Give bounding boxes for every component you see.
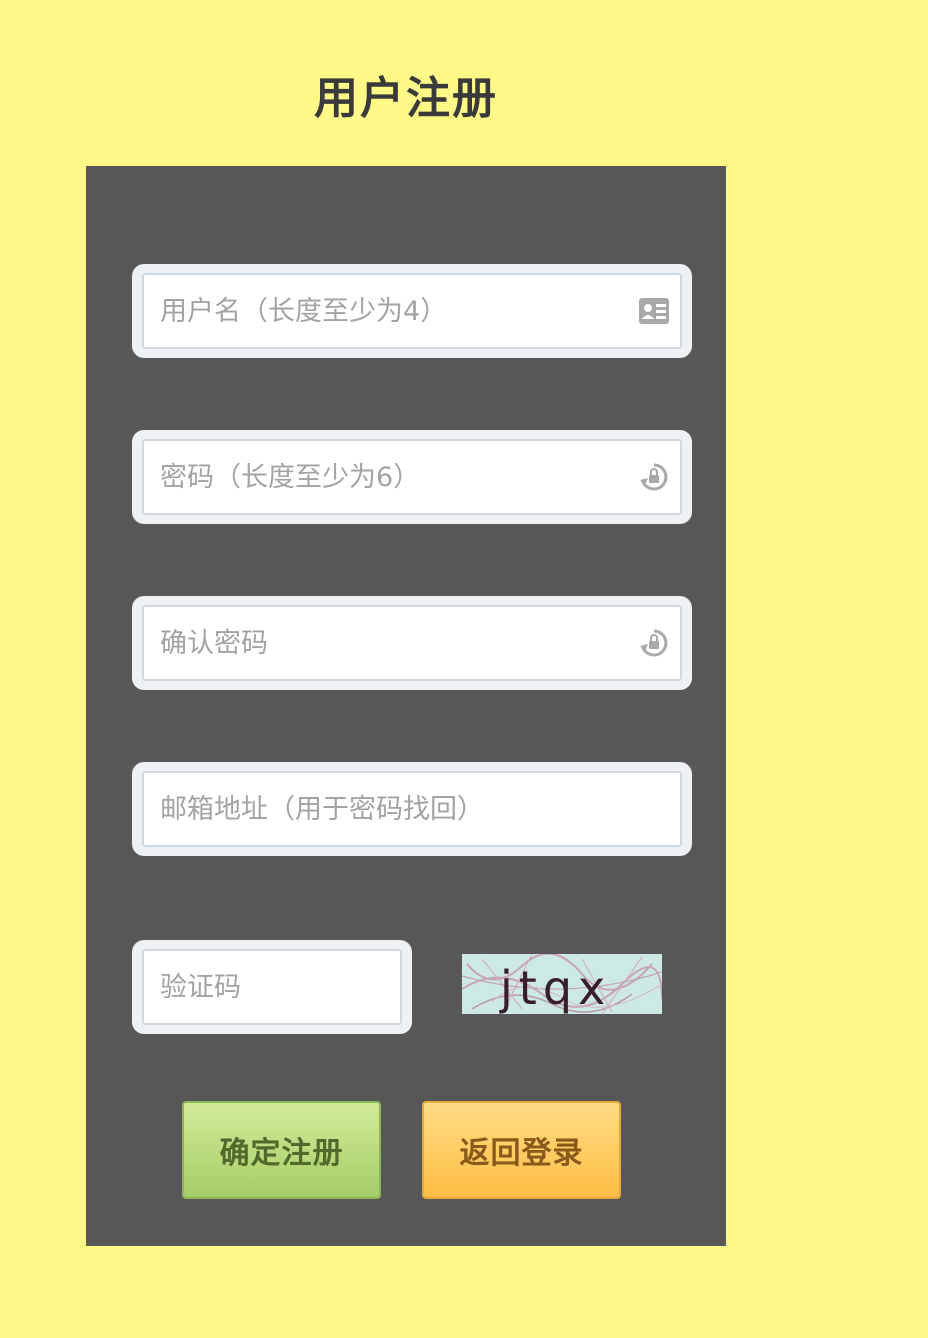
email-field (142, 771, 682, 847)
captcha-text: jtqx (499, 961, 611, 1014)
email-field-wrap (132, 762, 692, 856)
lock-refresh-icon (638, 461, 670, 493)
password-field (142, 439, 682, 515)
back-to-login-button[interactable]: 返回登录 (422, 1101, 621, 1199)
confirm-password-input[interactable] (144, 607, 680, 679)
password-field-wrap (132, 430, 692, 524)
email-input[interactable] (144, 773, 680, 845)
password-input[interactable] (144, 441, 680, 513)
captcha-image[interactable]: jtqx (461, 952, 663, 1015)
username-field (142, 273, 682, 349)
captcha-field (142, 949, 402, 1025)
confirm-password-field (142, 605, 682, 681)
id-card-icon (638, 295, 670, 327)
register-button[interactable]: 确定注册 (182, 1101, 381, 1199)
captcha-field-wrap (132, 940, 412, 1034)
confirm-password-field-wrap (132, 596, 692, 690)
register-panel: jtqx 确定注册 返回登录 (86, 166, 726, 1246)
page-title: 用户注册 (314, 73, 498, 124)
lock-refresh-icon (638, 627, 670, 659)
captcha-input[interactable] (144, 951, 400, 1023)
username-field-wrap (132, 264, 692, 358)
username-input[interactable] (144, 275, 680, 347)
